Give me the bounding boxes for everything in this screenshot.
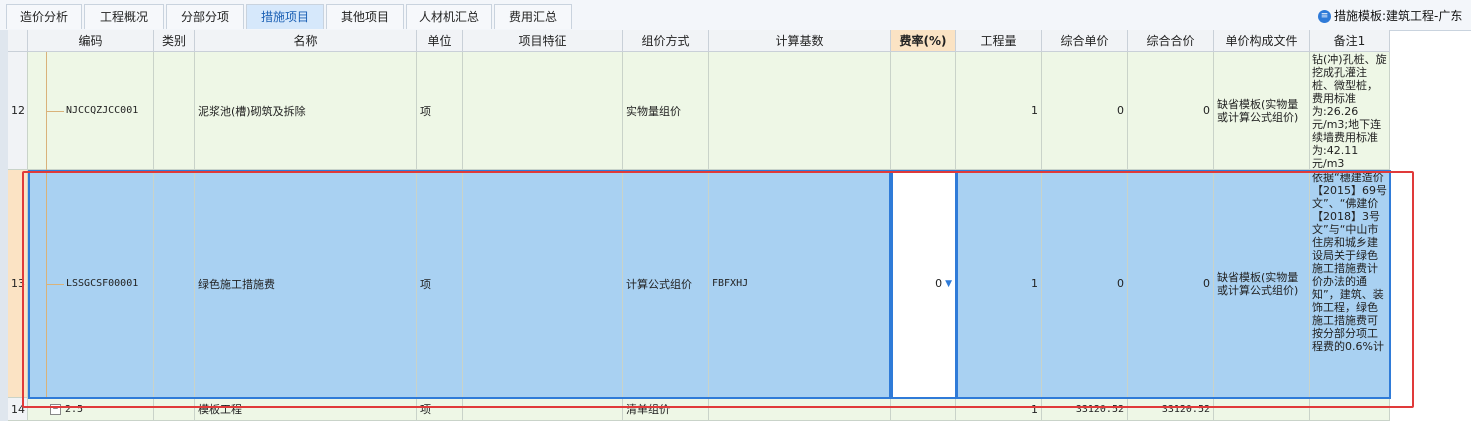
cell-unit-price[interactable]: 0	[1042, 170, 1128, 398]
left-edge-panel	[0, 30, 8, 421]
header-price-file[interactable]: 单价构成文件	[1214, 30, 1310, 52]
header-rate[interactable]: 费率(%)	[891, 30, 956, 52]
header-unit[interactable]: 单位	[417, 30, 463, 52]
cell-type[interactable]	[154, 170, 195, 398]
cell-method[interactable]: 计算公式组价	[623, 170, 709, 398]
tab-measure-items[interactable]: 措施项目	[246, 4, 324, 29]
tab-sub-items[interactable]: 分部分项	[166, 4, 244, 29]
header-unit-price[interactable]: 综合单价	[1042, 30, 1128, 52]
header-feature[interactable]: 项目特征	[463, 30, 623, 52]
cell-note[interactable]: 钻(冲)孔桩、旋挖成孔灌注桩、微型桩，费用标准为:26.26元/m3;地下连续墙…	[1310, 52, 1390, 170]
cell-base[interactable]	[709, 398, 891, 421]
header-type[interactable]: 类别	[154, 30, 195, 52]
cell-method[interactable]: 清单组价	[623, 398, 709, 421]
cell-price-file[interactable]	[1214, 398, 1310, 421]
cell-type[interactable]	[154, 398, 195, 421]
tree-branch-line	[46, 111, 64, 112]
cell-base[interactable]: FBFXHJ	[709, 170, 891, 398]
cell-type[interactable]	[154, 52, 195, 170]
cell-note[interactable]: 依据“穗建造价【2015】69号文”、“佛建价【2018】3号文”与“中山市住房…	[1310, 170, 1390, 398]
row-number: 13	[8, 170, 28, 398]
cell-feature[interactable]	[463, 170, 623, 398]
cell-qty[interactable]: 1	[956, 170, 1042, 398]
cell-base[interactable]	[709, 52, 891, 170]
cell-unit[interactable]: 项	[417, 170, 463, 398]
header-base[interactable]: 计算基数	[709, 30, 891, 52]
cell-method[interactable]: 实物量组价	[623, 52, 709, 170]
tab-fee-summary[interactable]: 费用汇总	[494, 4, 572, 29]
cell-price-file[interactable]: 缺省模板(实物量或计算公式组价)	[1214, 170, 1310, 398]
header-qty[interactable]: 工程量	[956, 30, 1042, 52]
cell-total-price[interactable]: 0	[1128, 170, 1214, 398]
tab-other-items[interactable]: 其他项目	[326, 4, 404, 29]
cell-unit[interactable]: 项	[417, 52, 463, 170]
row-number: 12	[8, 52, 28, 170]
cell-qty[interactable]: 1	[956, 398, 1042, 421]
tab-project-overview[interactable]: 工程概况	[84, 4, 164, 29]
header-name[interactable]: 名称	[195, 30, 417, 52]
cell-rate[interactable]	[891, 52, 956, 170]
collapse-icon[interactable]: −	[50, 403, 61, 415]
header-note[interactable]: 备注1	[1310, 30, 1390, 52]
header-method[interactable]: 组价方式	[623, 30, 709, 52]
cell-price-file[interactable]: 缺省模板(实物量或计算公式组价)	[1214, 52, 1310, 170]
header-rownum	[8, 30, 28, 52]
cell-unit[interactable]: 项	[417, 398, 463, 421]
cell-total-price[interactable]: 0	[1128, 52, 1214, 170]
cell-unit-price[interactable]: 0	[1042, 52, 1128, 170]
cell-name[interactable]: 模板工程	[195, 398, 417, 421]
header-code[interactable]: 编码	[28, 30, 154, 52]
row-number: 14	[8, 398, 28, 421]
cell-note[interactable]	[1310, 398, 1390, 421]
cell-feature[interactable]	[463, 398, 623, 421]
measure-template-selector[interactable]: ≡ 措施模板:建筑工程-广东	[1318, 6, 1462, 26]
list-icon: ≡	[1318, 10, 1331, 23]
header-total-price[interactable]: 综合合价	[1128, 30, 1214, 52]
cell-name[interactable]: 绿色施工措施费	[195, 170, 417, 398]
cell-unit-price[interactable]: 33120.52	[1042, 398, 1128, 421]
cell-code[interactable]: −2.5	[28, 398, 154, 421]
tab-cost-analysis[interactable]: 造价分析	[6, 4, 82, 29]
tree-guide-line	[46, 52, 47, 398]
active-cell-outline	[891, 170, 957, 399]
tree-branch-line	[46, 284, 64, 285]
tab-labor-material-summary[interactable]: 人材机汇总	[406, 4, 492, 29]
template-label: 措施模板:建筑工程-广东	[1334, 9, 1463, 23]
top-tab-bar: 造价分析 工程概况 分部分项 措施项目 其他项目 人材机汇总 费用汇总 ≡ 措施模…	[0, 0, 1471, 31]
cell-total-price[interactable]: 33120.52	[1128, 398, 1214, 421]
cell-name[interactable]: 泥浆池(槽)砌筑及拆除	[195, 52, 417, 170]
cell-qty[interactable]: 1	[956, 52, 1042, 170]
code-text: 2.5	[65, 403, 84, 415]
cell-feature[interactable]	[463, 52, 623, 170]
cell-rate[interactable]	[891, 398, 956, 421]
